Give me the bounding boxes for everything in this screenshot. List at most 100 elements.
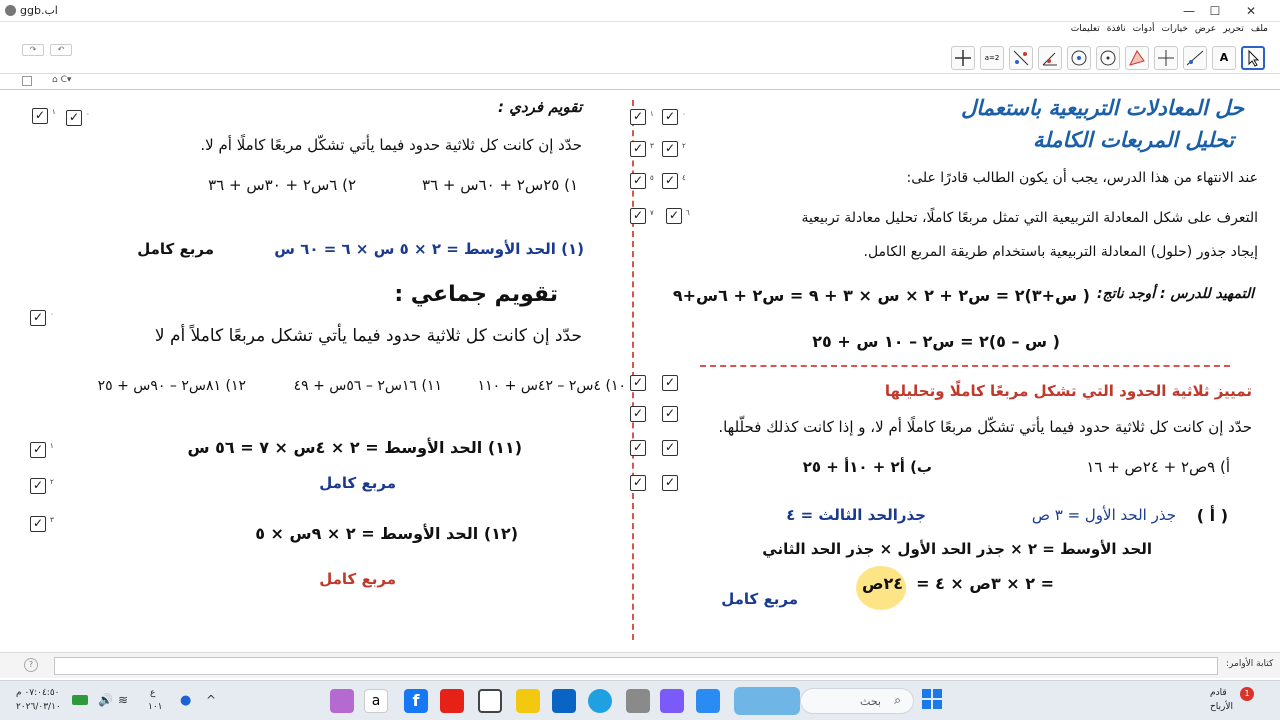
redo-button[interactable]: ↷ xyxy=(22,44,44,56)
perfect-square-11: مربع كامل xyxy=(319,474,396,492)
checkbox-1[interactable]: ✓ xyxy=(630,109,646,125)
start-button[interactable] xyxy=(922,689,942,709)
move-graphics-tool[interactable] xyxy=(951,46,975,70)
angle-tool[interactable] xyxy=(1038,46,1062,70)
clock-date[interactable]: ٢٠٢٦/٠٣/١٠ xyxy=(16,702,61,712)
question-1: ١) ٢٥س٢ + ٦٠س + ٣٦ xyxy=(422,176,578,194)
checkbox-5[interactable]: ✓ xyxy=(630,173,646,189)
perpendicular-icon xyxy=(1158,50,1174,66)
pointer-icon xyxy=(1248,49,1260,67)
checkbox-0[interactable]: ✓ xyxy=(662,109,678,125)
checkbox-b4[interactable]: ✓ xyxy=(662,440,678,456)
checkbox-left-11b[interactable]: ✓ xyxy=(30,478,46,494)
checkbox-2[interactable]: ✓ xyxy=(662,141,678,157)
checkbox-6[interactable]: ✓ xyxy=(666,208,682,224)
checkbox-left-1[interactable]: ✓ xyxy=(32,108,48,124)
lesson-title-1: حل المعادلات التربيعية باستعمال xyxy=(961,96,1244,120)
checkbox-b0[interactable]: ✓ xyxy=(662,375,678,391)
undo-button[interactable]: ↶ xyxy=(50,44,72,56)
geogebra-icon[interactable] xyxy=(478,689,502,713)
language-indicator[interactable]: ع xyxy=(150,688,155,698)
input-label: كتابة الأوامر: xyxy=(1226,659,1274,669)
polygon-tool[interactable] xyxy=(1125,46,1149,70)
checkbox-b5[interactable]: ✓ xyxy=(630,440,646,456)
copilot-icon[interactable] xyxy=(330,689,354,713)
app-icon xyxy=(5,5,16,16)
group-eval-label: تقويم جماعي : xyxy=(394,282,558,307)
search-box[interactable]: ⌕ بحث xyxy=(800,688,914,714)
graphics-view[interactable]: حل المعادلات التربيعية باستعمال تحليل ال… xyxy=(10,92,1272,648)
slider-tool[interactable]: a=2 xyxy=(980,46,1004,70)
checkbox-label: ٦ xyxy=(686,209,690,217)
copilot-app-icon[interactable] xyxy=(660,689,684,713)
checkbox-b3[interactable]: ✓ xyxy=(630,406,646,422)
wifi-icon[interactable]: ≋ xyxy=(118,693,128,707)
checkbox-b6[interactable]: ✓ xyxy=(662,475,678,491)
circle-tool[interactable] xyxy=(1067,46,1091,70)
perpendicular-tool[interactable] xyxy=(1154,46,1178,70)
outlook-icon[interactable] xyxy=(552,689,576,713)
news-headline[interactable]: قادم xyxy=(1210,688,1227,698)
question-text: حدّد إن كانت كل ثلاثية حدود فيما يأتي تش… xyxy=(718,418,1252,436)
title-bar: ggb.اب — ☐ ✕ xyxy=(0,0,1280,22)
checkbox-4[interactable]: ✓ xyxy=(662,173,678,189)
prep-equation-1: ( س+٣)٢ = س٢ + ٢ × س × ٣ + ٩ = س٢ + ٦س+٩ xyxy=(672,286,1090,305)
checkbox-left-group[interactable]: ✓ xyxy=(30,310,46,326)
circle-center-icon xyxy=(1100,50,1116,66)
perfect-square-right: مربع كامل xyxy=(721,590,798,608)
checkbox-3[interactable]: ✓ xyxy=(630,141,646,157)
checkbox-label: ١ xyxy=(50,442,54,450)
notification-badge[interactable]: 1 xyxy=(1240,687,1254,701)
checkbox-label: ٧ xyxy=(650,209,654,217)
search-image-icon[interactable] xyxy=(734,687,800,715)
minimize-button[interactable]: — xyxy=(1178,2,1200,20)
checkbox-left-11[interactable]: ✓ xyxy=(30,442,46,458)
text-tool[interactable]: A xyxy=(1212,46,1236,70)
home-icon[interactable]: ⌂ C▾ xyxy=(52,75,71,85)
prep-equation-2: ( س – ٥)٢ = س٢ – ١٠ س + ٢٥ xyxy=(812,332,1060,351)
youtube-icon[interactable] xyxy=(440,689,464,713)
chevron-up-icon[interactable]: ^ xyxy=(206,693,216,707)
checkbox-left-12[interactable]: ✓ xyxy=(30,516,46,532)
close-button[interactable]: ✕ xyxy=(1240,2,1262,20)
menu-edit[interactable]: تحرير xyxy=(1223,24,1244,34)
menu-view[interactable]: عرض xyxy=(1195,24,1216,34)
facebook-icon[interactable]: f xyxy=(404,689,428,713)
menu-help[interactable]: تعليمات xyxy=(1071,24,1100,34)
command-input[interactable] xyxy=(54,657,1218,675)
gallery-icon[interactable] xyxy=(696,689,720,713)
checkbox-label: ١ xyxy=(650,110,654,118)
edge-icon[interactable] xyxy=(588,689,612,713)
objective-2: إيجاد جذور (حلول) المعادلة التربيعية باس… xyxy=(863,244,1259,260)
circle-center-tool[interactable] xyxy=(1096,46,1120,70)
input-bar: ? كتابة الأوامر: xyxy=(0,652,1280,678)
part-a-label: ( أ ) xyxy=(1196,506,1228,525)
select-tool[interactable] xyxy=(1241,46,1265,70)
menu-file[interactable]: ملف xyxy=(1251,24,1268,34)
menu-options[interactable]: خيارات xyxy=(1162,24,1188,34)
checkbox-b7[interactable]: ✓ xyxy=(630,475,646,491)
amazon-icon[interactable]: a xyxy=(364,689,388,713)
file-explorer-icon[interactable] xyxy=(516,689,540,713)
checkbox-label: ٢ xyxy=(682,142,686,150)
question-b: ب) أ٢ + ١٠أ + ٢٥ xyxy=(802,458,932,476)
nav-checkbox[interactable] xyxy=(22,76,32,86)
battery-icon[interactable] xyxy=(72,695,88,705)
checkbox-b1[interactable]: ✓ xyxy=(630,375,646,391)
mic-icon[interactable]: ● xyxy=(180,693,191,708)
help-icon[interactable]: ? xyxy=(24,658,38,672)
checkbox-7[interactable]: ✓ xyxy=(630,208,646,224)
clock-time[interactable]: ٠٧:٠٤:٥٠ م xyxy=(16,688,60,698)
reflect-tool[interactable] xyxy=(1009,46,1033,70)
maximize-button[interactable]: ☐ xyxy=(1204,2,1226,20)
checkbox-left-0[interactable]: ✓ xyxy=(66,110,82,126)
line-tool[interactable] xyxy=(1183,46,1207,70)
volume-icon[interactable]: 🔊 xyxy=(98,693,113,707)
taskbar: ٠٧:٠٤:٥٠ م ٢٠٢٦/٠٣/١٠ 🔊 ≋ ع ١٠١ ● ^ a f … xyxy=(0,680,1280,720)
menu-tools[interactable]: أدوات xyxy=(1133,24,1155,34)
section-divider xyxy=(700,365,1230,367)
checkbox-b2[interactable]: ✓ xyxy=(662,406,678,422)
store-icon[interactable] xyxy=(626,689,650,713)
menu-window[interactable]: نافذة xyxy=(1107,24,1126,34)
app-root: ggb.اب — ☐ ✕ ملف تحرير عرض خيارات أدوات … xyxy=(0,0,1280,720)
